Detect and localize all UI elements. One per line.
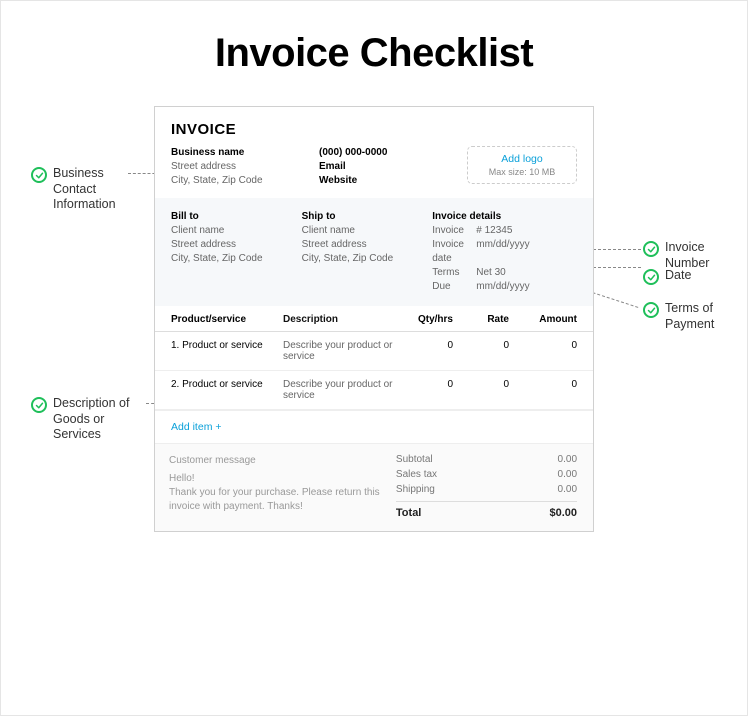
col-product: Product/service [171,314,283,325]
business-street: Street address [171,160,307,174]
business-city: City, State, Zip Code [171,174,307,188]
callout-label: Terms of Payment [665,301,714,332]
business-name: Business name [171,146,307,160]
invoice-num-value: # 12345 [476,224,512,238]
row-qty: 0 [403,379,453,390]
page-frame: Invoice Checklist Business Contact Infor… [0,0,748,716]
business-website: Website [319,174,455,188]
customer-message-body: Hello! Thank you for your purchase. Plea… [169,472,382,514]
callout-label: Description of Goods or Services [53,396,129,443]
shipto-city: City, State, Zip Code [302,252,423,266]
total-value: $0.00 [549,507,577,519]
business-email: Email [319,160,455,174]
callout-label: Date [665,268,691,284]
row-qty: 0 [403,340,453,351]
customer-message-title: Customer message [169,454,382,468]
billto-name: Client name [171,224,292,238]
terms-label: Terms [432,266,470,280]
check-icon [643,241,659,257]
invoice-num-label: Invoice [432,224,470,238]
add-item-link[interactable]: Add item + [155,410,593,443]
row-product: Product or service [182,379,263,390]
invoice-date-label: Invoice date [432,238,470,266]
callout-terms-payment: Terms of Payment [643,301,714,332]
shipto-name: Client name [302,224,423,238]
invoice-date-value: mm/dd/yyyy [476,238,529,266]
billto-street: Street address [171,238,292,252]
tax-value: 0.00 [558,469,577,480]
table-row: 1. Product or service Describe your prod… [155,332,593,371]
col-description: Description [283,314,403,325]
billto-title: Bill to [171,210,292,224]
row-num: 1. [171,340,179,351]
row-product: Product or service [182,340,263,351]
add-logo-box[interactable]: Add logo Max size: 10 MB [467,146,577,184]
total-label: Total [396,507,421,519]
check-icon [643,302,659,318]
check-icon [31,167,47,183]
callout-label: Invoice Number [665,240,727,271]
row-desc: Describe your product or service [283,379,403,401]
subtotal-label: Subtotal [396,454,433,465]
page-title: Invoice Checklist [21,31,727,76]
row-rate: 0 [453,340,509,351]
row-num: 2. [171,379,179,390]
invoice-heading: INVOICE [171,121,577,138]
table-row: 2. Product or service Describe your prod… [155,371,593,410]
details-title: Invoice details [432,210,577,224]
callout-business-contact: Business Contact Information [31,166,116,213]
callout-invoice-number: Invoice Number [643,240,727,271]
invoice-card: INVOICE Business name Street address Cit… [154,106,594,532]
tax-label: Sales tax [396,469,437,480]
col-qty: Qty/hrs [403,314,453,325]
table-header: Product/service Description Qty/hrs Rate… [155,306,593,332]
row-amount: 0 [509,340,577,351]
business-phone: (000) 000-0000 [319,146,455,160]
billto-city: City, State, Zip Code [171,252,292,266]
row-desc: Describe your product or service [283,340,403,362]
shipping-value: 0.00 [558,484,577,495]
due-label: Due [432,280,470,294]
check-icon [31,397,47,413]
col-amount: Amount [509,314,577,325]
check-icon [643,269,659,285]
callout-date: Date [643,268,691,285]
col-rate: Rate [453,314,509,325]
diagram-stage: Business Contact Information Description… [21,106,727,532]
row-rate: 0 [453,379,509,390]
callout-description-goods: Description of Goods or Services [31,396,129,443]
recipient-details-block: Bill to Client name Street address City,… [155,198,593,306]
shipping-label: Shipping [396,484,435,495]
subtotal-value: 0.00 [558,454,577,465]
add-logo-link[interactable]: Add logo [478,153,566,165]
terms-value: Net 30 [476,266,505,280]
invoice-footer: Customer message Hello! Thank you for yo… [155,443,593,531]
max-size-text: Max size: 10 MB [478,167,566,177]
shipto-street: Street address [302,238,423,252]
shipto-title: Ship to [302,210,423,224]
row-amount: 0 [509,379,577,390]
due-value: mm/dd/yyyy [476,280,529,294]
callout-label: Business Contact Information [53,166,116,213]
